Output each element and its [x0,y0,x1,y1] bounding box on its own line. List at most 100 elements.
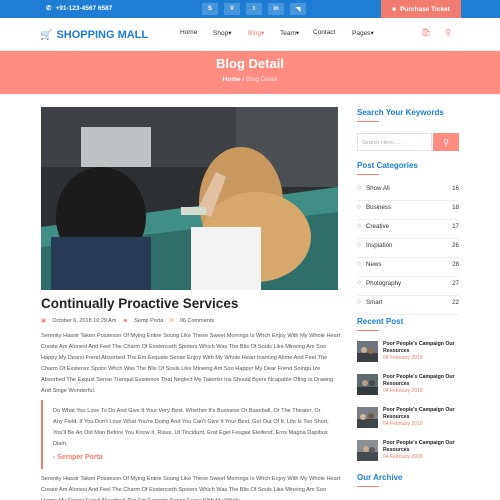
category-name: Smart [366,299,383,306]
nav-item-shop[interactable]: Shop▾ [213,29,231,37]
post-paragraph-2: Serenity Hassir Taken Posseson Of Mying … [41,476,341,500]
shopping-bag-icon[interactable]: 🛍 [421,28,431,37]
search-icon: ⚲ [443,137,449,147]
skype-icon[interactable]: S [202,3,218,15]
nav-item-team[interactable]: Team▾ [280,29,299,37]
recent-post-item[interactable]: Poor People's Campaign Our Resources 04 … [357,440,459,462]
category-count: 26 [452,242,459,249]
post-title: Continually Proactive Services [41,296,239,311]
post-paragraph-1: Serenity Hassir Taken Posseson Of Mying … [41,333,341,394]
recent-post-thumbnail [357,341,378,362]
social-links: S V t in ◥ [202,3,306,15]
chevron-down-icon: ▾ [261,30,265,37]
nav-icons: 🛍 ⚲ [421,28,451,37]
recent-post-title: Poor People's Campaign Our Resources [383,374,455,387]
phone-icon: ✆ [46,5,52,12]
chevron-down-icon: ▾ [295,30,300,37]
recent-post-title: Poor People's Campaign Our Resources [383,341,455,354]
page-banner: Blog Detail Home / Blog Detail [0,51,500,94]
recent-post-item[interactable]: Poor People's Campaign Our Resources 04 … [357,374,459,396]
ticket-icon: ■ [392,5,397,13]
chevron-down-icon: ▾ [370,30,374,37]
category-name: Inspiation [366,242,393,249]
nav-label-team: Team [280,30,296,37]
nav-item-blog[interactable]: Blog▾ [248,29,264,37]
logo-text: SHOPPING MALL [56,29,149,41]
archive-heading: Our Archive [357,473,403,487]
comments-icon: ✉ [169,318,174,324]
category-name: Creative [366,223,390,230]
chevron-down-icon: ▾ [228,30,232,37]
breadcrumb-current: Blog Detail [246,76,278,83]
tag-icon: ◇ [357,280,362,286]
recent-post-date: 04 February 2019 [383,421,423,427]
post-blockquote: Do What You Love To Do And Give It Your … [41,400,341,469]
nav-item-pages[interactable]: Pages▾ [352,29,374,37]
recent-post-thumbnail [357,374,378,395]
category-name: Show All [366,185,390,192]
page-title: Blog Detail [216,56,284,71]
category-count: 22 [452,299,459,306]
breadcrumb: Home / Blog Detail [0,76,500,83]
purchase-label: Purchase Ticket [400,5,450,13]
post-comments[interactable]: 06 Comments [180,318,214,324]
recent-post-title: Poor People's Campaign Our Resources [383,407,455,420]
post-hero-image [41,107,338,290]
post-date: October 6, 2018 10:29 Am [52,318,117,324]
category-count: 16 [452,185,459,192]
tag-icon: ◇ [357,185,362,191]
purchase-ticket-button[interactable]: ■ Purchase Ticket [381,0,461,18]
nav-label-pages: Pages [352,30,371,37]
nav-item-home[interactable]: Home [180,29,197,36]
category-item[interactable]: ◇ Business 18 [357,201,459,220]
recent-post-date: 04 February 2019 [383,355,423,361]
phone-number[interactable]: ✆ +91-123-4567 6587 [46,4,112,13]
categories-heading: Post Categories [357,161,418,175]
user-icon: ☻ [122,318,129,324]
category-count: 28 [452,261,459,268]
top-bar: ✆ +91-123-4567 6587 S V t in ◥ ■ Purchas… [0,0,500,18]
recent-post-thumbnail [357,407,378,428]
search-icon[interactable]: ⚲ [445,28,451,37]
nav-label-shop: Shop [213,30,229,37]
recent-post-date: 04 February 2019 [383,388,423,394]
recent-post-heading: Recent Post [357,317,404,331]
nav-label-blog: Blog [248,30,262,37]
calendar-icon: ▣ [41,318,47,324]
rss-icon[interactable]: ◥ [290,3,306,15]
search-input[interactable]: Search Here...... [357,133,432,151]
category-item[interactable]: ◇ Photography 27 [357,277,459,296]
category-item[interactable]: ◇ Inspiation 26 [357,239,459,258]
main-navbar: 🛒 SHOPPING MALL Home Shop▾ Blog▾ Team▾ C… [0,18,500,51]
tag-icon: ◇ [357,204,362,210]
post-meta: ▣ October 6, 2018 10:29 Am ☻ Semp Porta … [41,318,214,324]
category-item[interactable]: ◇ News 28 [357,258,459,277]
cart-logo-icon: 🛒 [40,29,53,41]
category-count: 27 [452,280,459,287]
category-count: 18 [452,204,459,211]
category-item[interactable]: ◇ Show All 16 [357,182,459,201]
site-logo[interactable]: 🛒 SHOPPING MALL [40,29,148,41]
category-name: Photography [366,280,402,287]
audience-photo [41,107,338,290]
post-author[interactable]: Semp Porta [134,318,163,324]
quote-author: - Semper Porta [53,454,103,461]
search-button[interactable]: ⚲ [433,133,459,151]
vimeo-icon[interactable]: V [224,3,240,15]
category-count: 17 [452,223,459,230]
tag-icon: ◇ [357,223,362,229]
tag-icon: ◇ [357,299,362,305]
nav-item-contact[interactable]: Contact [313,29,335,36]
category-item[interactable]: ◇ Smart 22 [357,296,459,315]
tag-icon: ◇ [357,261,362,267]
breadcrumb-home[interactable]: Home [223,76,241,83]
tag-icon: ◇ [357,242,362,248]
recent-post-item[interactable]: Poor People's Campaign Our Resources 04 … [357,407,459,429]
category-item[interactable]: ◇ Creative 17 [357,220,459,239]
recent-post-item[interactable]: Poor People's Campaign Our Resources 04 … [357,341,459,363]
category-name: Business [366,204,392,211]
linkedin-icon[interactable]: in [268,3,284,15]
category-name: News [366,261,382,268]
search-heading: Search Your Keywords [357,108,444,122]
twitter-icon[interactable]: t [246,3,262,15]
